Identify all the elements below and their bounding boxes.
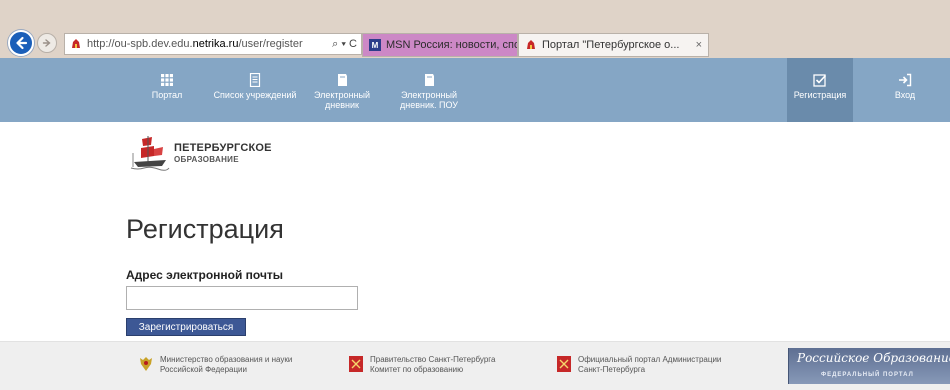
footer-admin-text: Официальный портал Администрации Санкт-П…: [578, 355, 721, 375]
arrow-left-icon: [16, 36, 28, 50]
nav-e-diary-pou[interactable]: Электронный дневник. ПОУ: [394, 58, 464, 122]
footer-gov-line-2: Комитет по образованию: [370, 365, 464, 374]
site-logo[interactable]: ПЕТЕРБУРГСКОЕ ОБРАЗОВАНИЕ: [130, 135, 272, 173]
register-button[interactable]: Зарегистрироваться: [126, 318, 246, 336]
nav-register[interactable]: Регистрация: [787, 58, 853, 122]
nav-label: Список учреждений: [213, 90, 297, 100]
diary-icon: [338, 74, 347, 86]
spb-emblem-icon: [557, 356, 571, 372]
footer-admin-line-2: Санкт-Петербурга: [578, 365, 646, 374]
nav-institutions[interactable]: Список учреждений: [210, 58, 300, 122]
site-favicon-icon: [72, 39, 80, 48]
logo-text: ПЕТЕРБУРГСКОЕ ОБРАЗОВАНИЕ: [174, 143, 272, 165]
address-bar[interactable]: http://ou-spb.dev.edu. netrika.ru/user/re…: [64, 33, 362, 55]
site-navbar: Портал Список учреждений Электронный дне…: [0, 58, 950, 122]
msn-icon: M: [369, 39, 381, 51]
footer-gov-line-1: Правительство Санкт-Петербурга: [370, 355, 496, 364]
nav-login[interactable]: Вход: [875, 58, 935, 122]
forward-button[interactable]: [37, 33, 57, 53]
sign-in-icon: [899, 73, 912, 87]
nav-label-line-2: дневник. ПОУ: [400, 100, 458, 110]
nav-label-line-2: дневник: [325, 100, 359, 110]
tab-label: Портал "Петербургское о...: [542, 39, 680, 51]
nav-label-line-1: Электронный: [313, 90, 371, 100]
footer-admin-line-1: Официальный портал Администрации: [578, 355, 722, 364]
address-suffix: /user/register: [238, 38, 303, 50]
back-button[interactable]: [8, 30, 34, 56]
tab-msn[interactable]: M MSN Россия: новости, спорт, ...: [362, 33, 518, 57]
site-favicon-icon: [527, 40, 535, 49]
nav-label: Регистрация: [793, 90, 847, 100]
browser-chrome: http://ou-spb.dev.edu. netrika.ru/user/re…: [0, 0, 950, 58]
tab-label: MSN Россия: новости, спорт, ...: [386, 39, 517, 51]
address-tools[interactable]: ⌕ ▾ C: [328, 34, 357, 54]
arrow-right-icon: [42, 39, 51, 47]
email-field[interactable]: [126, 286, 358, 310]
logo-line-2: ОБРАЗОВАНИЕ: [174, 155, 239, 164]
logo-line-1: ПЕТЕРБУРГСКОЕ: [174, 142, 272, 154]
footer-link-government[interactable]: Правительство Санкт-Петербурга Комитет п…: [348, 355, 528, 375]
footer: Министерство образования и науки Российс…: [0, 341, 950, 390]
footer-ministry-text: Министерство образования и науки Российс…: [160, 355, 292, 375]
nav-label: Портал: [151, 90, 183, 100]
nav-label-line-1: Электронный: [400, 90, 458, 100]
ship-logo-icon: [130, 136, 170, 171]
nav-portal[interactable]: Портал: [148, 58, 186, 122]
banner-title: Российское Образование: [797, 351, 950, 365]
nav-e-diary[interactable]: Электронный дневник: [308, 58, 376, 122]
email-label: Адрес электронной почты: [126, 268, 284, 282]
footer-ministry-line-2: Российской Федерации: [160, 365, 247, 374]
tab-portal[interactable]: Портал "Петербургское о... ×: [518, 33, 709, 57]
russian-education-banner[interactable]: Российское Образование ФЕДЕРАЛЬНЫЙ ПОРТА…: [788, 348, 950, 384]
coat-of-arms-icon: [140, 357, 152, 371]
footer-gov-text: Правительство Санкт-Петербурга Комитет п…: [370, 355, 495, 375]
footer-link-ministry[interactable]: Министерство образования и науки Российс…: [138, 355, 328, 375]
footer-ministry-line-1: Министерство образования и науки: [160, 355, 293, 364]
tab-close-icon[interactable]: ×: [696, 39, 702, 51]
grid-icon: [161, 74, 173, 86]
banner-subtitle: ФЕДЕРАЛЬНЫЙ ПОРТАЛ: [821, 372, 914, 378]
document-icon: [249, 73, 261, 87]
diary-icon: [425, 74, 434, 86]
address-prefix: http://ou-spb.dev.edu.: [87, 38, 193, 50]
checkbox-edit-icon: [813, 74, 827, 87]
page-title: Регистрация: [126, 214, 284, 244]
address-host: netrika.ru: [192, 38, 239, 50]
spb-emblem-icon: [349, 356, 363, 372]
footer-link-administration[interactable]: Официальный портал Администрации Санкт-П…: [556, 355, 756, 375]
nav-label: Вход: [894, 90, 916, 100]
